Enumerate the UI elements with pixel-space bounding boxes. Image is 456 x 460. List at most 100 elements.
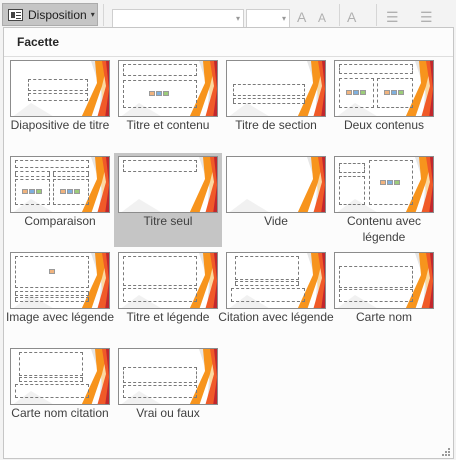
layout-label: Carte nom citation <box>11 406 109 420</box>
layout-button-label: Disposition <box>28 7 87 22</box>
placeholder-box <box>339 64 413 74</box>
layout-tile[interactable]: Titre seul <box>114 153 222 247</box>
section-title: Facette <box>17 35 60 49</box>
layout-label: Titre et légende <box>126 310 210 324</box>
layout-thumbnail <box>334 252 434 309</box>
content-placeholder-icon <box>384 90 404 95</box>
grow-font-icon[interactable]: A <box>297 9 306 25</box>
placeholder-box <box>377 78 413 108</box>
bullets-icon[interactable]: ☰ <box>386 9 399 26</box>
layout-thumbnail <box>334 156 434 213</box>
layout-thumbnail <box>226 60 326 117</box>
layout-tile[interactable]: Vrai ou faux <box>114 345 222 439</box>
placeholder-box <box>15 160 89 168</box>
placeholder-box <box>233 98 305 104</box>
font-size-box[interactable]: ▾ <box>246 9 290 28</box>
layout-label: Titre et contenu <box>126 118 210 132</box>
placeholder-box <box>19 377 83 382</box>
placeholder-box <box>235 281 299 286</box>
layout-tile[interactable]: Vide <box>222 153 330 247</box>
slide-layout-icon <box>8 8 23 21</box>
ribbon-divider <box>103 4 104 26</box>
layout-thumbnail <box>118 156 218 213</box>
clear-format-icon[interactable]: A <box>347 9 356 25</box>
layout-thumbnail <box>118 348 218 405</box>
placeholder-box <box>123 367 197 383</box>
layout-dropdown-button[interactable]: Disposition ▾ <box>2 3 98 26</box>
placeholder-box <box>235 256 299 280</box>
placeholder-box <box>369 160 413 205</box>
layout-label: Deux contenus <box>343 118 425 132</box>
placeholder-box <box>15 179 50 205</box>
layout-label: Citation avec légende <box>218 310 334 324</box>
placeholder-box <box>15 291 89 296</box>
placeholder-box <box>233 84 305 96</box>
placeholder-box <box>123 288 197 302</box>
ribbon-divider <box>376 4 377 26</box>
numbering-icon[interactable]: ☰ <box>420 9 433 26</box>
layout-label: Comparaison <box>24 214 96 228</box>
placeholder-box <box>53 179 89 205</box>
placeholder-box <box>339 176 365 205</box>
content-placeholder-icon <box>149 91 169 96</box>
layout-tile[interactable]: Titre et contenu <box>114 57 222 151</box>
placeholder-box <box>15 256 89 288</box>
content-placeholder-icon <box>346 90 366 95</box>
layout-tile[interactable]: Image avec légende <box>6 249 114 343</box>
placeholder-box <box>339 266 413 288</box>
layout-label: Diapositive de titre <box>10 118 110 132</box>
layout-label: Vide <box>264 214 288 228</box>
placeholder-box <box>15 171 50 177</box>
layout-thumbnail <box>334 60 434 117</box>
layout-thumbnail <box>10 252 110 309</box>
chevron-down-icon: ▾ <box>235 14 240 23</box>
placeholder-box <box>15 384 89 398</box>
layout-thumbnail <box>10 156 110 213</box>
placeholder-box <box>339 78 374 108</box>
chevron-down-icon: ▾ <box>90 10 95 19</box>
layout-tile[interactable]: Contenu avec légende <box>330 153 438 247</box>
placeholder-box <box>123 385 197 398</box>
layout-thumbnail <box>226 156 326 213</box>
ribbon-divider <box>339 4 340 26</box>
placeholder-box <box>339 289 413 302</box>
placeholder-box <box>28 79 88 91</box>
placeholder-box <box>123 64 197 76</box>
resize-grip-icon[interactable] <box>442 448 450 456</box>
layout-tile[interactable]: Titre et légende <box>114 249 222 343</box>
placeholder-box <box>53 171 89 177</box>
shrink-font-icon[interactable]: A <box>318 11 326 25</box>
placeholder-box <box>15 297 89 302</box>
placeholder-box <box>339 163 365 173</box>
layout-thumbnail <box>226 252 326 309</box>
layout-thumbnail <box>118 252 218 309</box>
layout-tile[interactable]: Carte nom citation <box>6 345 114 439</box>
layout-thumbnail <box>118 60 218 117</box>
content-placeholder-icon <box>380 180 400 185</box>
content-placeholder-icon <box>22 189 42 194</box>
ribbon-strip: Disposition ▾ ▾ ▾ A A A ☰ ☰ <box>0 0 456 30</box>
placeholder-box <box>19 352 83 376</box>
chevron-down-icon: ▾ <box>281 14 286 23</box>
placeholder-box <box>231 288 305 302</box>
content-placeholder-icon <box>60 189 80 194</box>
theme-decoration <box>229 157 325 212</box>
font-name-box[interactable]: ▾ <box>112 9 244 28</box>
placeholder-box <box>123 80 197 108</box>
layout-tile[interactable]: Citation avec légende <box>218 249 334 343</box>
placeholder-box <box>123 256 197 286</box>
layout-label: Contenu avec légende <box>346 214 422 244</box>
layout-label: Vrai ou faux <box>136 406 200 420</box>
layout-label: Image avec légende <box>5 310 115 324</box>
layout-label: Carte nom <box>355 310 413 324</box>
layout-tile[interactable]: Titre de section <box>222 57 330 151</box>
layout-label: Titre seul <box>143 214 193 228</box>
layout-tile[interactable]: Carte nom <box>330 249 438 343</box>
layout-tile[interactable]: Deux contenus <box>330 57 438 151</box>
layout-thumbnail <box>10 348 110 405</box>
placeholder-box <box>123 160 197 172</box>
layout-tile[interactable]: Comparaison <box>6 153 114 247</box>
layout-tile[interactable]: Diapositive de titre <box>6 57 114 151</box>
layout-label: Titre de section <box>235 118 317 132</box>
layout-gallery-panel: Facette Diapositive de titre Titre et con… <box>3 27 454 459</box>
